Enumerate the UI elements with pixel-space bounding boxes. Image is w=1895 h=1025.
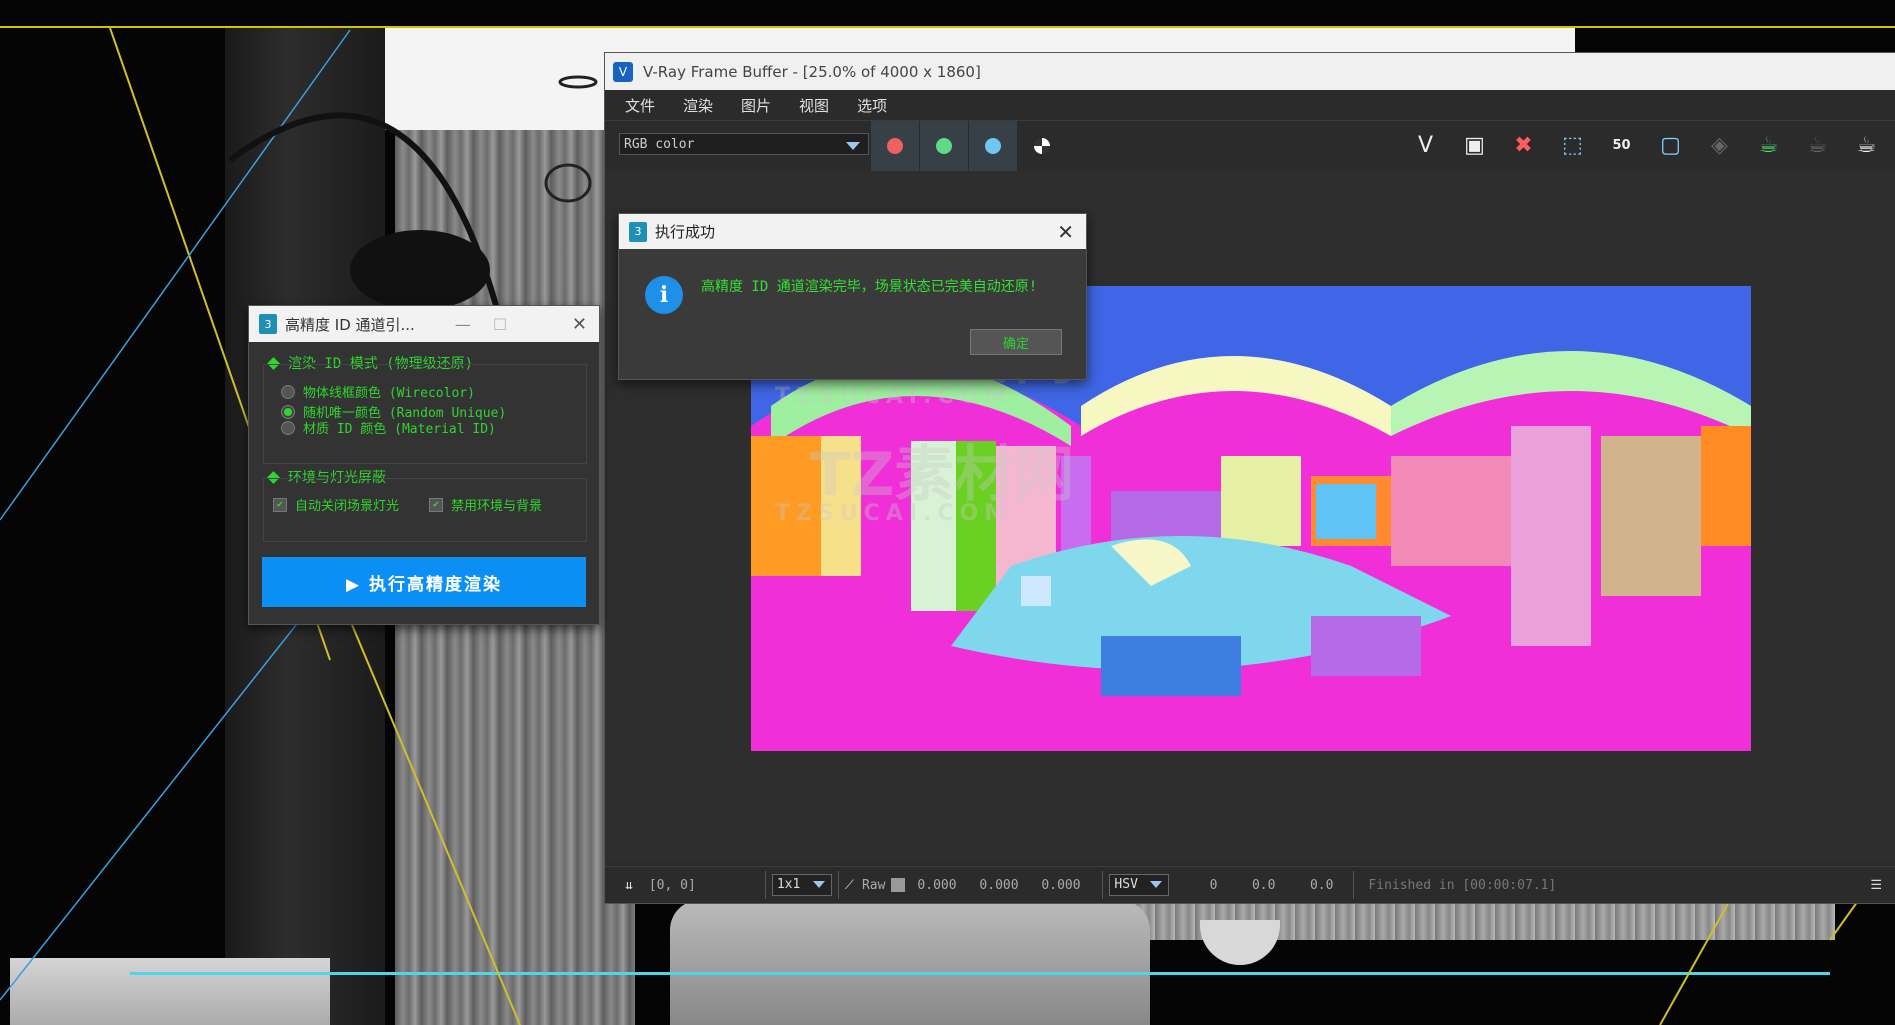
vfb-title: V-Ray Frame Buffer - [25.0% of 4000 x 18…	[643, 62, 981, 81]
stop-render-icon[interactable]: ☕	[1800, 129, 1835, 161]
menu-file[interactable]: 文件	[625, 95, 655, 116]
raw-g-value: 0.000	[979, 877, 1019, 893]
ok-button[interactable]: 确定	[970, 329, 1062, 355]
raw-label: Raw	[861, 877, 886, 893]
radio-label: 物体线框颜色 (Wirecolor)	[303, 386, 475, 401]
radio-wirecolor[interactable]: 物体线框颜色 (Wirecolor)	[281, 382, 475, 401]
close-icon[interactable]: ✕	[1057, 220, 1074, 244]
divider	[1102, 871, 1104, 899]
render-icon[interactable]: ☕	[1751, 129, 1786, 161]
max-app-icon: 3	[629, 221, 647, 242]
execute-render-button[interactable]: ▶ 执行高精度渲染	[262, 557, 586, 607]
clear-image-icon[interactable]: ✖	[1506, 129, 1541, 161]
scale-dropdown[interactable]: 1x1	[771, 874, 832, 896]
hsv-v-value: 0.0	[1309, 877, 1334, 893]
alpha-channel-button[interactable]	[1018, 121, 1066, 171]
radio-material-id[interactable]: 材质 ID 颜色 (Material ID)	[281, 418, 496, 437]
watermark-text-2: TZ素材网	[810, 440, 1075, 510]
id-channel-tool-panel: 3 高精度 ID 通道引... — ☐ ✕ 渲染 ID 模式 (物理级还原) 物…	[248, 305, 600, 625]
watermark-url-2: TZSUCAI.COM	[775, 501, 1013, 526]
alpha-icon	[1034, 138, 1050, 154]
pin-icon[interactable]: ⇊	[625, 878, 633, 893]
max-app-icon: 3	[259, 314, 277, 334]
save-icon[interactable]: ▣	[1457, 129, 1492, 161]
radio-button[interactable]	[281, 404, 295, 419]
vfb-titlebar[interactable]: V V-Ray Frame Buffer - [25.0% of 4000 x …	[605, 53, 1895, 90]
panel-titlebar[interactable]: 3 高精度 ID 通道引... — ☐ ✕	[249, 306, 599, 342]
blue-dot-icon	[985, 138, 1001, 154]
region-render-icon[interactable]: ⬚	[1555, 129, 1590, 161]
channel-dropdown-value: RGB color	[624, 137, 695, 152]
chevron-down-icon	[846, 142, 860, 150]
divider	[1353, 871, 1355, 899]
raw-b-value: 0.000	[1041, 877, 1081, 893]
panel-title: 高精度 ID 通道引...	[285, 315, 415, 334]
blue-channel-button[interactable]	[969, 121, 1017, 171]
vfb-statusbar: ⇊ [0, 0] 1x1 ⟋ Raw 0.000 0.000 0.000 HSV…	[605, 866, 1895, 903]
vray-frame-buffer-window[interactable]: V V-Ray Frame Buffer - [25.0% of 4000 x …	[604, 52, 1895, 904]
check-disable-lights[interactable]: ✔ 自动关闭场景灯光	[273, 495, 399, 514]
minimize-icon[interactable]: —	[455, 315, 471, 334]
color-picker-icon[interactable]: ⟋	[845, 878, 854, 893]
red-dot-icon	[887, 138, 903, 154]
check-disable-environment[interactable]: ✔ 禁用环境与背景	[429, 495, 542, 514]
checkbox-label: 自动关闭场景灯光	[295, 499, 400, 514]
divider	[837, 871, 839, 899]
zoom-50-icon[interactable]: 50	[1604, 129, 1639, 161]
radio-button[interactable]	[281, 384, 295, 399]
menu-image[interactable]: 图片	[741, 95, 771, 116]
track-mouse-icon[interactable]: ◈	[1702, 129, 1737, 161]
vray-app-icon: V	[613, 61, 633, 82]
success-dialog: 3 执行成功 ✕ i 高精度 ID 通道渲染完毕，场景状态已完美自动还原! 确定	[618, 213, 1087, 380]
colorspace-dropdown[interactable]: HSV	[1109, 874, 1170, 896]
close-icon[interactable]: ✕	[572, 314, 587, 335]
raw-r-value: 0.000	[917, 877, 957, 893]
radio-label: 材质 ID 颜色 (Material ID)	[303, 422, 496, 437]
vfb-menubar: 文件 渲染 图片 视图 选项	[605, 90, 1895, 121]
menu-view[interactable]: 视图	[799, 95, 829, 116]
dialog-titlebar[interactable]: 3 执行成功 ✕	[619, 214, 1086, 249]
teapot-icon[interactable]: ☕	[1849, 129, 1884, 161]
menu-options[interactable]: 选项	[857, 95, 887, 116]
checkbox-label: 禁用环境与背景	[451, 499, 543, 514]
render-time: Finished in [00:00:07.1]	[1368, 877, 1557, 893]
checkbox[interactable]: ✔	[429, 497, 443, 512]
hsv-s-value: 0.0	[1251, 877, 1276, 893]
radio-button[interactable]	[281, 420, 295, 435]
hsv-h-value: 0	[1209, 877, 1218, 893]
vfb-tool-icons: V ▣ ✖ ⬚ 50 ▢ ◈ ☕ ☕ ☕	[1408, 129, 1884, 161]
pixel-coords: [0, 0]	[648, 877, 696, 893]
dialog-message: 高精度 ID 通道渲染完毕，场景状态已完美自动还原!	[701, 279, 1038, 295]
maximize-icon[interactable]: ☐	[493, 315, 507, 334]
channel-dropdown[interactable]: RGB color	[619, 133, 869, 155]
log-icon[interactable]: ☰	[1870, 878, 1882, 893]
dialog-title: 执行成功	[655, 223, 716, 241]
menu-render[interactable]: 渲染	[683, 95, 713, 116]
vray-logo-icon[interactable]: V	[1408, 129, 1443, 161]
watermark-url: TZSUCAI.COM	[775, 384, 1013, 409]
info-icon: i	[645, 276, 683, 314]
checkbox[interactable]: ✔	[273, 497, 287, 512]
green-dot-icon	[936, 138, 952, 154]
raw-swatch	[891, 878, 906, 892]
red-channel-button[interactable]	[871, 121, 919, 171]
divider	[764, 871, 766, 899]
vfb-toolbar: RGB color V ▣ ✖ ⬚ 50 ▢ ◈ ☕ ☕ ☕	[605, 121, 1895, 171]
fit-window-icon[interactable]: ▢	[1653, 129, 1688, 161]
green-channel-button[interactable]	[920, 121, 968, 171]
